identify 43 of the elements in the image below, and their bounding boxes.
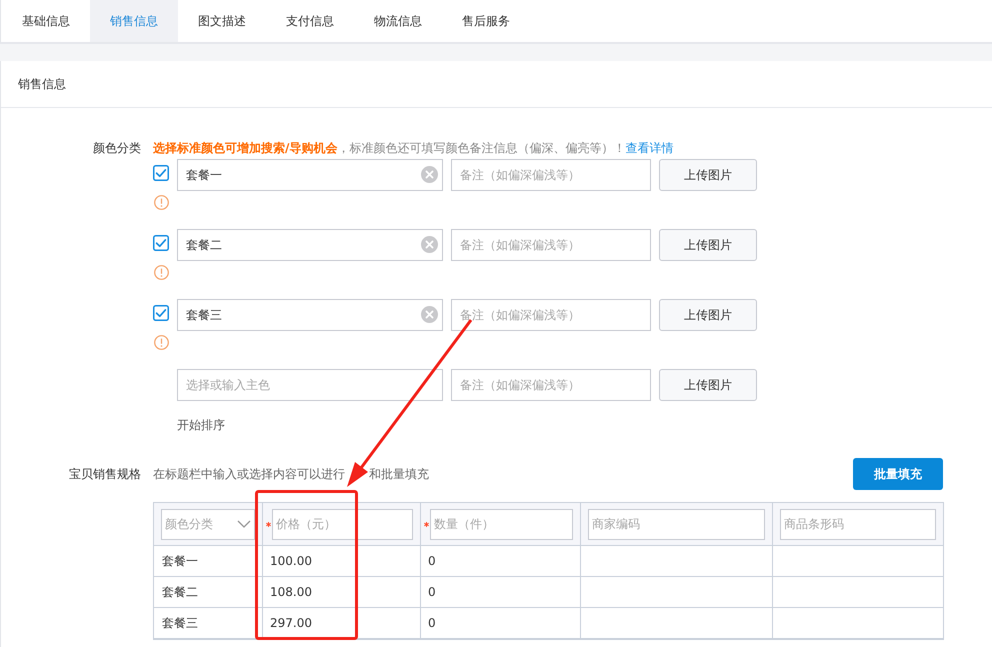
- upload-image-button[interactable]: 上传图片: [659, 369, 757, 401]
- checkbox[interactable]: [153, 235, 169, 251]
- checkbox[interactable]: [153, 305, 169, 321]
- tab[interactable]: 基础信息: [2, 0, 90, 42]
- upload-image-button[interactable]: 上传图片: [659, 229, 757, 261]
- color-input[interactable]: 选择或输入主色: [177, 369, 443, 401]
- column-filter-input[interactable]: 价格（元）: [272, 508, 413, 540]
- batch-fill-button[interactable]: 批量填充: [853, 458, 943, 490]
- remark-input[interactable]: 备注（如偏深偏浅等）: [451, 159, 651, 191]
- color-input[interactable]: 套餐一: [177, 159, 443, 191]
- upload-image-button[interactable]: 上传图片: [659, 159, 757, 191]
- tab[interactable]: 图文描述: [178, 0, 266, 42]
- table-cell: 套餐一: [154, 546, 262, 576]
- field-label: 宝贝销售规格: [69, 466, 141, 483]
- hint-text: 选择标准颜色可增加搜索/导购机会，标准颜色还可填写颜色备注信息（偏深、偏亮等）！查看详情: [153, 140, 674, 157]
- hint-text: 和批量填充: [369, 466, 429, 482]
- tab[interactable]: 支付信息: [266, 0, 354, 42]
- table-cell: 0: [420, 576, 580, 608]
- remark-input[interactable]: 备注（如偏深偏浅等）: [451, 229, 651, 261]
- warning-icon: [154, 195, 168, 210]
- tab[interactable]: 物流信息: [354, 0, 442, 42]
- column-filter-input[interactable]: 商品条形码: [780, 508, 936, 540]
- column-filter-input[interactable]: 数量（件）: [430, 508, 573, 540]
- table-cell: 套餐三: [154, 608, 262, 638]
- color-input[interactable]: 套餐三: [177, 299, 443, 331]
- table-cell: 套餐二: [154, 576, 262, 608]
- section-title: 销售信息: [18, 76, 66, 92]
- checkbox[interactable]: [153, 165, 169, 181]
- warning-icon: [154, 265, 168, 280]
- field-label: 颜色分类: [93, 140, 141, 157]
- sort-link[interactable]: 开始排序: [177, 416, 225, 434]
- column-filter-input[interactable]: 商家编码: [588, 508, 765, 540]
- remark-input[interactable]: 备注（如偏深偏浅等）: [451, 299, 651, 331]
- hint-text: 在标题栏中输入或选择内容可以进行: [153, 466, 345, 482]
- color-input[interactable]: 套餐二: [177, 229, 443, 261]
- table-cell: 100.00: [262, 546, 420, 576]
- table-cell: 108.00: [262, 576, 420, 608]
- chevron-down-icon: [237, 520, 251, 528]
- table-cell: 0: [420, 546, 580, 576]
- tab[interactable]: 售后服务: [442, 0, 530, 42]
- remark-input[interactable]: 备注（如偏深偏浅等）: [451, 369, 651, 401]
- upload-image-button[interactable]: 上传图片: [659, 299, 757, 331]
- warning-icon: [154, 335, 168, 350]
